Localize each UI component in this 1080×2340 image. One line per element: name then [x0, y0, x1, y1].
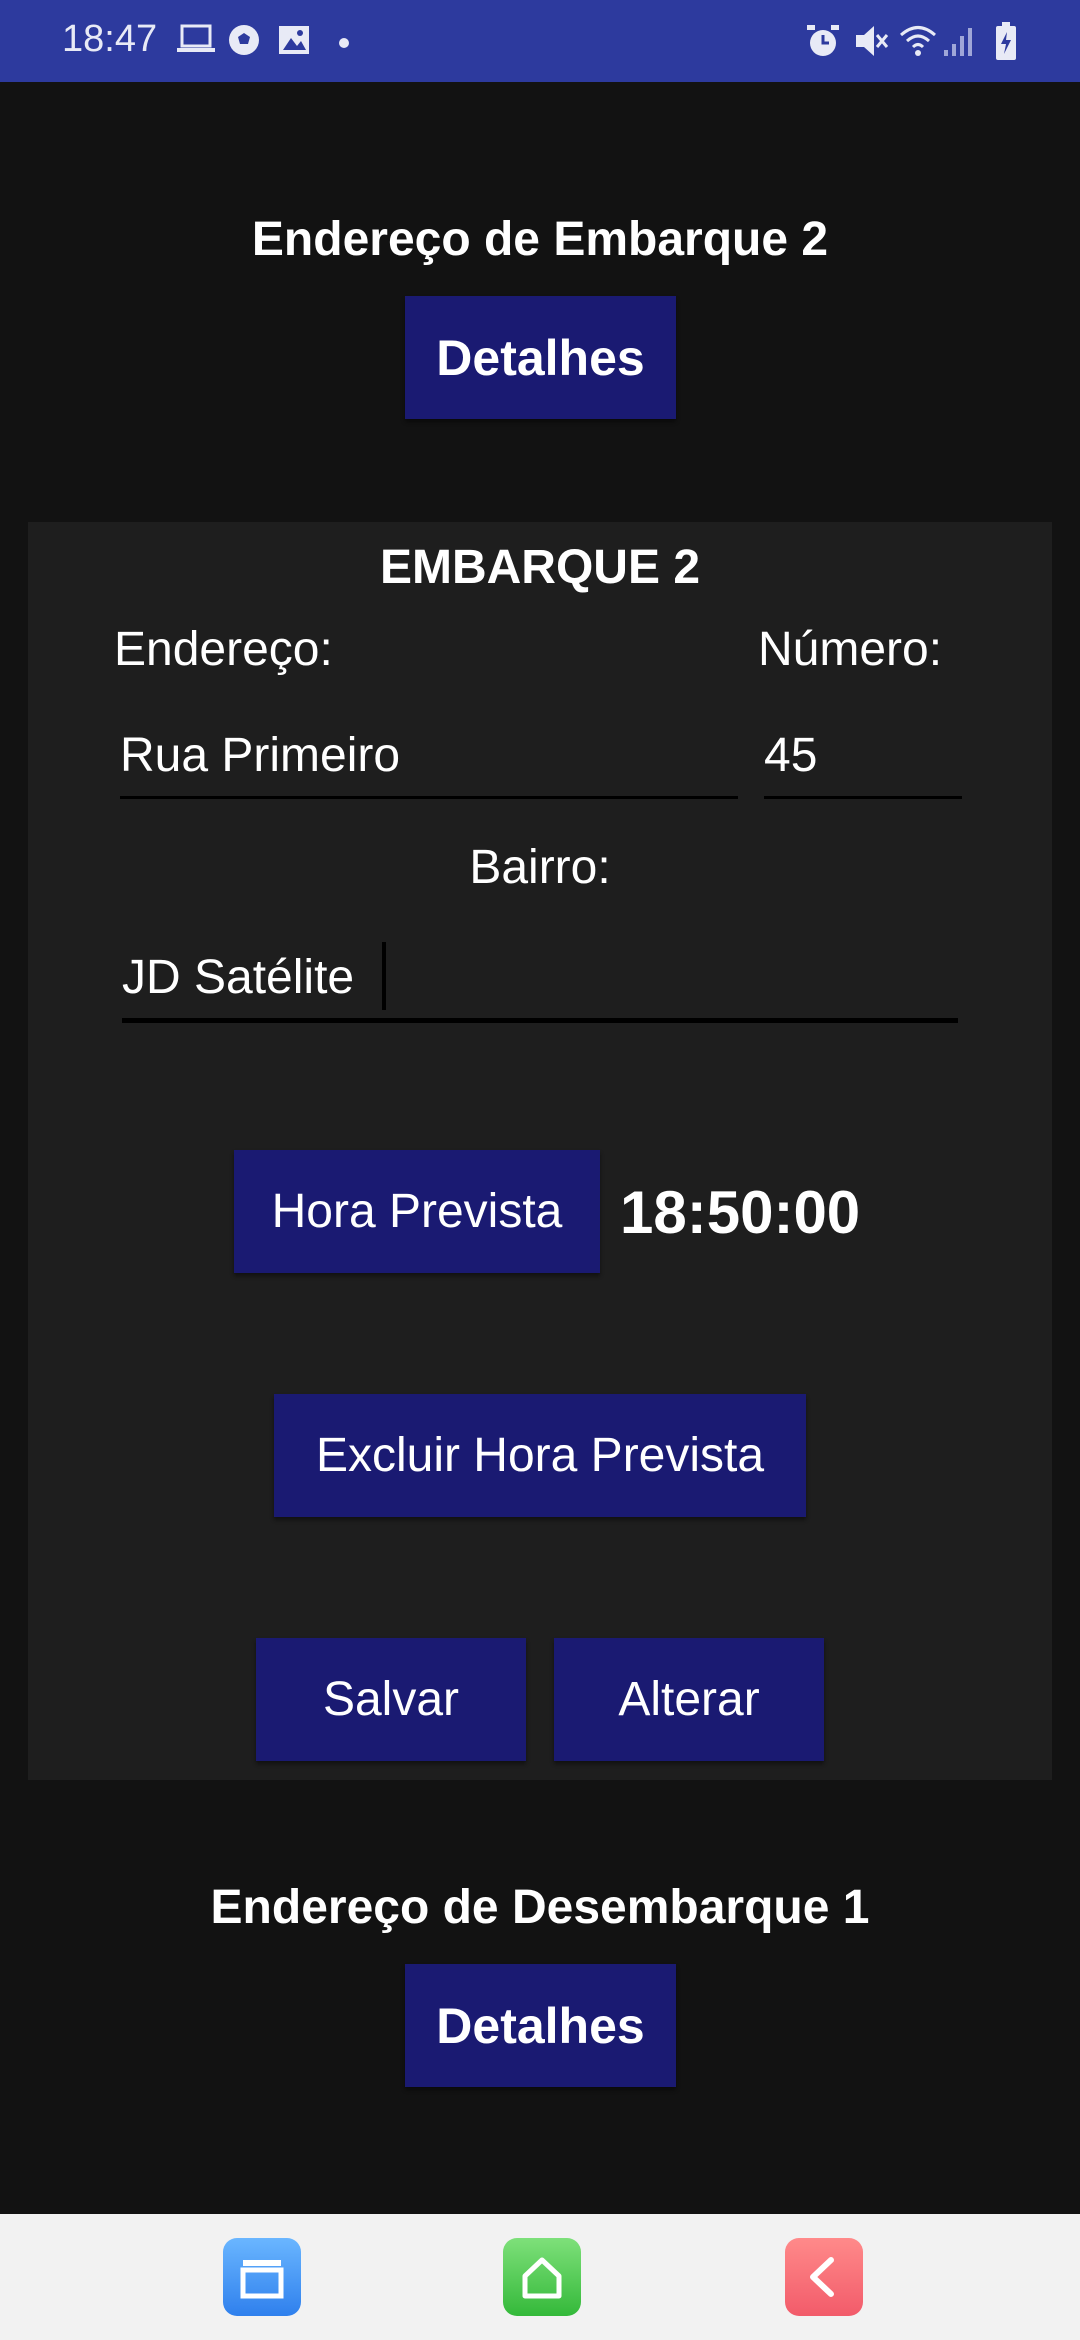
number-input-underline [764, 796, 962, 799]
wifi-icon [898, 22, 938, 65]
drop-section-title: Endereço de Desembarque 1 [210, 1881, 870, 1934]
salvar-button[interactable]: Salvar [256, 1638, 526, 1761]
status-time: 18:47 [62, 18, 158, 60]
address-label: Endereço: [114, 623, 333, 676]
image-icon [276, 22, 312, 63]
recent-apps-icon[interactable] [223, 2238, 301, 2316]
status-bar: 18:47 [0, 0, 1080, 82]
neighborhood-label: Bairro: [469, 841, 611, 894]
card-title: EMBARQUE 2 [379, 541, 701, 594]
neighborhood-input-underline [122, 1018, 958, 1023]
signal-icon [942, 22, 978, 65]
excluir-hora-prevista-button[interactable]: Excluir Hora Prevista [274, 1394, 806, 1517]
drop-details-button[interactable]: Detalhes [405, 1964, 676, 2087]
nav-bar [0, 2214, 1080, 2340]
battery-icon [994, 22, 1018, 67]
boarding-details-button[interactable]: Detalhes [405, 296, 676, 419]
hora-prevista-button[interactable]: Hora Prevista [234, 1150, 600, 1273]
home-icon[interactable] [503, 2238, 581, 2316]
boarding-section-title: Endereço de Embarque 2 [251, 213, 829, 266]
hora-prevista-value: 18:50:00 [620, 1179, 861, 1246]
text-cursor [382, 942, 386, 1010]
address-input[interactable]: Rua Primeiro [120, 728, 400, 783]
mute-icon [852, 22, 890, 65]
laptop-icon [176, 22, 216, 61]
alarm-icon [804, 22, 842, 65]
dot-icon [338, 36, 350, 54]
neighborhood-input[interactable]: JD Satélite [122, 950, 354, 1005]
number-input[interactable]: 45 [764, 728, 817, 783]
number-label: Número: [758, 623, 943, 676]
boarding-card: EMBARQUE 2 Endereço: Número: Rua Primeir… [28, 522, 1052, 1780]
soccer-ball-icon [226, 22, 262, 63]
back-icon[interactable] [785, 2238, 863, 2316]
alterar-button[interactable]: Alterar [554, 1638, 824, 1761]
address-input-underline [120, 796, 738, 799]
